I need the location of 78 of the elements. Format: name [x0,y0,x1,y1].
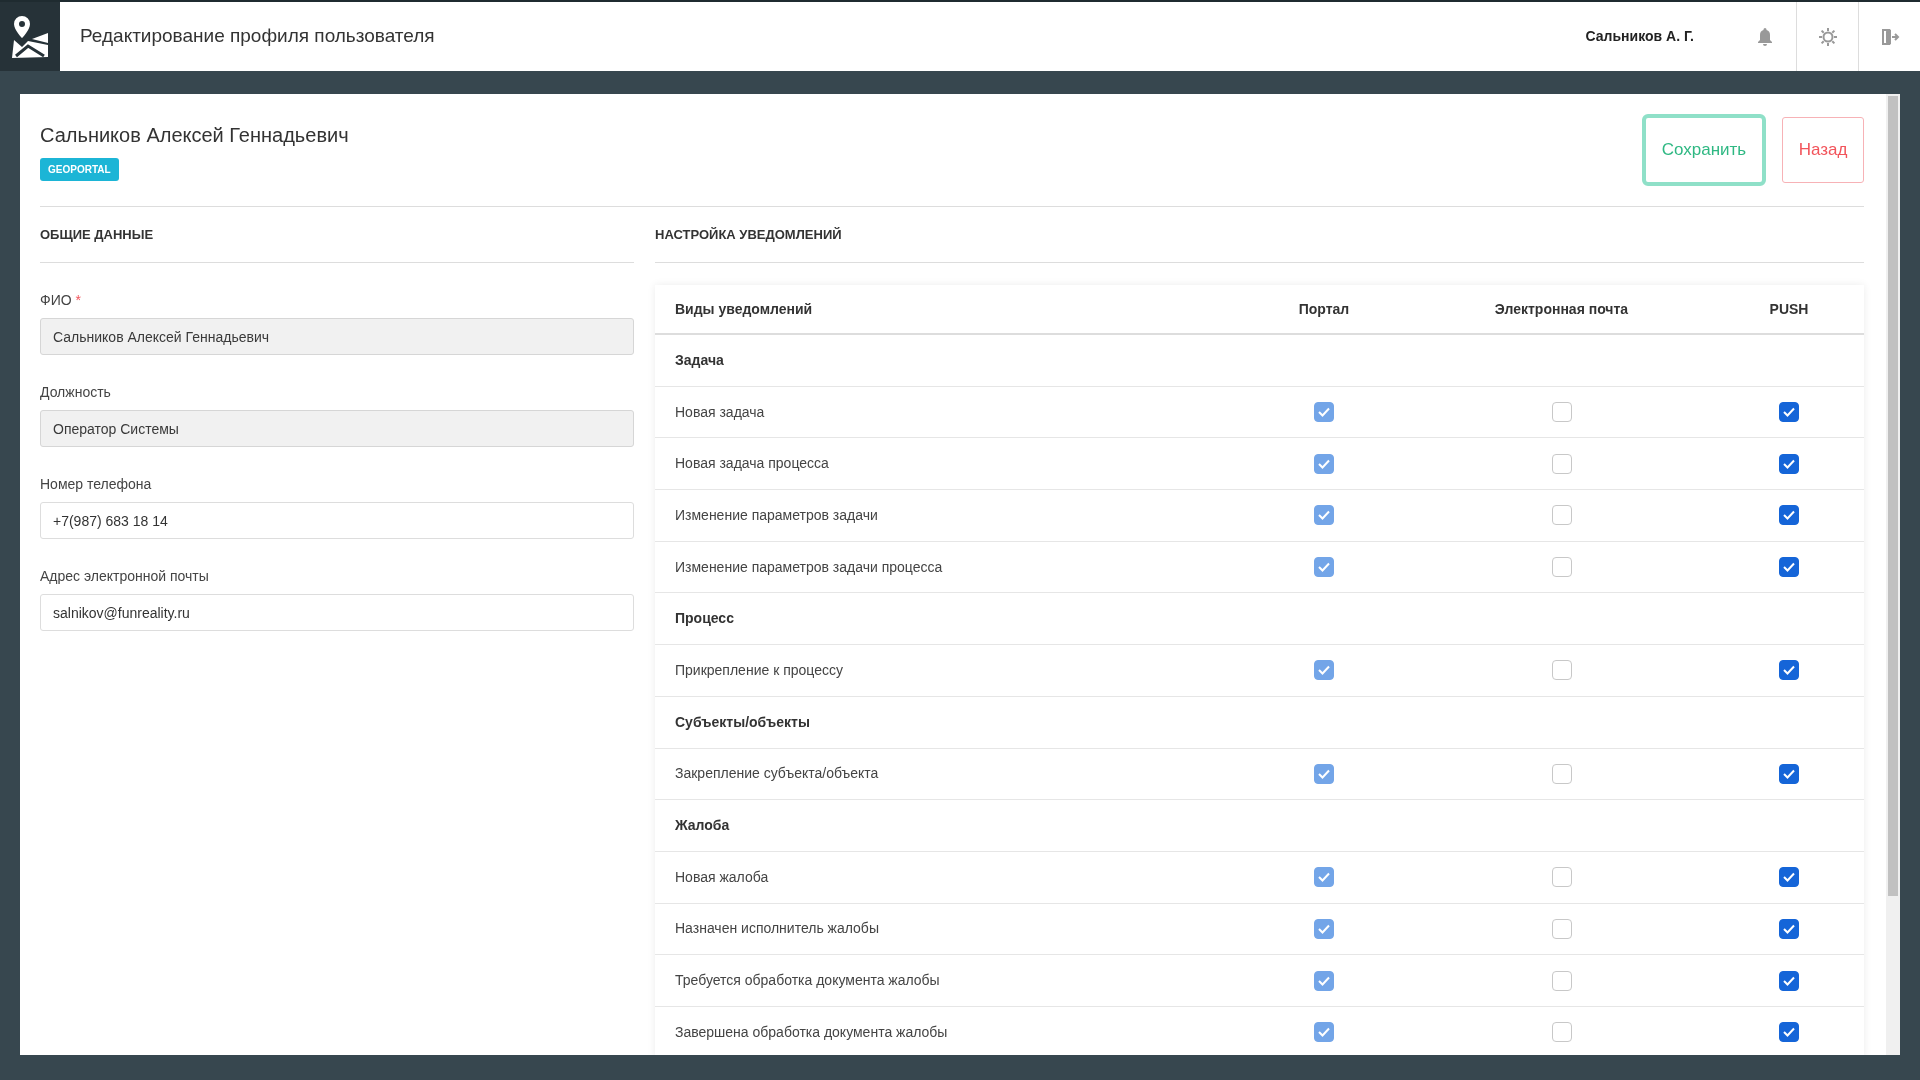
checkbox[interactable] [1551,1022,1572,1043]
required-mark: * [75,292,82,308]
gear-icon [1818,27,1837,46]
checkbox[interactable] [1779,867,1799,888]
checkbox[interactable] [1779,505,1799,526]
scrollbar[interactable] [1886,94,1900,1055]
checkbox[interactable] [1779,660,1799,681]
checkbox[interactable] [1551,557,1572,578]
group-label: Субъекты/объекты [675,712,811,732]
checkbox[interactable] [1779,402,1799,423]
logout-icon [1879,27,1900,46]
column-header: Электронная почта [1494,299,1629,319]
input-field[interactable]: Сальников Алексей Геннадьевич [40,318,634,355]
checkbox[interactable] [1551,918,1572,939]
input-field[interactable]: +7(987) 683 18 14 [40,502,634,539]
check-icon [1318,562,1330,573]
system-badge: GEOPORTAL [40,157,119,181]
notification-label: Требуется обработка документа жалобы [675,971,941,991]
check-icon [1783,562,1795,573]
notification-label: Назначен исполнитель жалобы [675,919,880,939]
notification-label: Новая задача процесса [675,454,830,474]
notification-label: Прикрепление к процессу [675,660,844,680]
check-icon [1783,872,1795,883]
group-label: Задача [675,350,725,370]
field-label: Должность [40,384,111,400]
section-title: НАСТРОЙКА УВЕДОМЛЕНИЙ [655,207,1864,263]
input-field[interactable]: salnikov@funreality.ru [40,594,634,631]
notification-label: Изменение параметров задачи [675,505,879,525]
checkbox[interactable] [1551,402,1572,423]
check-icon [1783,1027,1795,1038]
field-label: Адрес электронной почты [40,568,209,584]
input-field[interactable]: Оператор Системы [40,410,634,447]
check-icon [1783,510,1795,521]
notification-label: Завершена обработка документа жалобы [675,1022,949,1042]
section-title: ОБЩИЕ ДАННЫЕ [40,207,634,263]
check-icon [1318,510,1330,521]
check-icon [1318,768,1330,779]
checkbox[interactable] [1779,918,1799,939]
check-icon [1783,975,1795,986]
check-icon [1318,1027,1330,1038]
check-icon [1318,923,1330,934]
notification-label: Закрепление субъекта/объекта [675,764,880,784]
checkbox[interactable] [1779,763,1799,784]
checkbox[interactable] [1779,970,1799,991]
profile-name: Сальников Алексей Геннадьевич [40,122,349,148]
checkbox[interactable] [1551,660,1572,681]
check-icon [1318,458,1330,469]
bell-icon [1757,27,1773,46]
group-label: Жалоба [675,816,731,836]
field-label: Номер телефона [40,476,152,492]
group-label: Процесс [675,609,735,629]
checkbox[interactable] [1779,557,1799,578]
checkbox[interactable] [1551,763,1572,784]
check-icon [1318,872,1330,883]
notification-label: Новая жалоба [675,867,770,887]
check-icon [1783,665,1795,676]
column-header: Виды уведомлений [675,299,814,319]
logo-icon [10,13,50,60]
check-icon [1783,458,1795,469]
check-icon [1783,768,1795,779]
checkbox[interactable] [1551,505,1572,526]
check-icon [1318,407,1330,418]
checkbox[interactable] [1779,453,1799,474]
check-icon [1318,975,1330,986]
notification-label: Новая задача [675,402,766,422]
check-icon [1783,923,1795,934]
field-label: ФИО [40,292,72,308]
user-name[interactable]: Сальников А. Г. [1585,2,1694,71]
column-header: Портал [1298,299,1350,319]
check-icon [1318,665,1330,676]
checkbox[interactable] [1551,970,1572,991]
checkbox[interactable] [1551,453,1572,474]
notification-label: Изменение параметров задачи процесса [675,557,944,577]
page-title: Редактирование профиля пользователя [80,24,436,49]
column-header: PUSH [1769,299,1809,319]
check-icon [1783,407,1795,418]
checkbox[interactable] [1779,1022,1799,1043]
checkbox[interactable] [1551,867,1572,888]
